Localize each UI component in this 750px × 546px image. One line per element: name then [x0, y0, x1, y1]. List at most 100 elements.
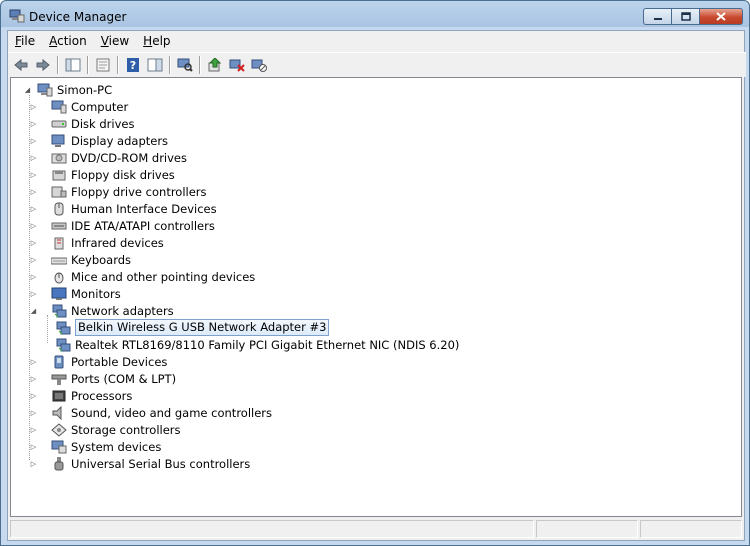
tree-item-infrared-devices[interactable]: ▷ Infrared devices — [29, 234, 164, 251]
expand-arrow-icon[interactable]: ▷ — [29, 238, 38, 247]
properties-icon — [96, 58, 110, 72]
tree-item-label: Storage controllers — [71, 422, 181, 437]
action-pane-button[interactable] — [144, 55, 166, 75]
expand-arrow-icon[interactable]: ▷ — [29, 119, 38, 128]
tree-item-system-devices[interactable]: ▷ System devices — [29, 438, 162, 455]
tree-item-computer[interactable]: ▷ Computer — [29, 98, 128, 115]
title-bar[interactable]: Device Manager — [1, 1, 749, 30]
tree-item-monitors[interactable]: ▷ Monitors — [29, 285, 121, 302]
menu-action-accel: A — [49, 34, 58, 48]
menu-action[interactable]: Action — [42, 34, 94, 48]
minimize-button[interactable] — [643, 8, 671, 25]
close-icon — [716, 12, 726, 21]
expand-arrow-icon[interactable]: ▷ — [29, 187, 38, 196]
expand-arrow-icon[interactable]: ▷ — [29, 102, 38, 111]
show-hide-console-tree-icon — [65, 58, 81, 72]
menu-bar: File Action View Help — [8, 31, 744, 51]
ports-com-lpt-icon — [51, 372, 67, 386]
tree-root-label: Simon-PC — [57, 82, 113, 97]
update-driver-button[interactable] — [204, 55, 226, 75]
expand-arrow-icon[interactable]: ▷ — [29, 255, 38, 264]
tree-item-network-adapters[interactable]: ◢ Network adapters — [29, 302, 174, 319]
network-adapter-icon — [55, 321, 71, 335]
tree-item-floppy-disk-drives[interactable]: ▷ Floppy disk drives — [29, 166, 175, 183]
universal-serial-bus-controllers-icon — [51, 456, 67, 471]
expand-arrow-icon[interactable]: ▷ — [29, 357, 38, 366]
computer-icon — [37, 83, 53, 97]
keyboards-icon — [51, 253, 67, 267]
tree-item-label: Floppy drive controllers — [71, 184, 207, 199]
expand-arrow-icon[interactable]: ▷ — [29, 374, 38, 383]
tree-item-label: Disk drives — [71, 116, 135, 131]
tree-item-realtek-rtl8169-8110-family-pci-gigabit-ethernet-nic-ndis-6-20[interactable]: Realtek RTL8169/8110 Family PCI Gigabit … — [55, 336, 459, 353]
tree-item-label: DVD/CD-ROM drives — [71, 150, 187, 165]
expand-arrow-icon[interactable]: ▷ — [29, 204, 38, 213]
toolbar-separator — [57, 56, 59, 74]
tree-item-processors[interactable]: ▷ Processors — [29, 387, 133, 404]
tree-item-label: Network adapters — [71, 303, 174, 318]
tree-item-display-adapters[interactable]: ▷ Display adapters — [29, 132, 168, 149]
tree-item-universal-serial-bus-controllers[interactable]: ▷ Universal Serial Bus controllers — [29, 455, 250, 472]
expand-arrow-icon[interactable]: ▷ — [29, 391, 38, 400]
dvd-cd-rom-drives-icon — [51, 151, 67, 165]
device-tree[interactable]: ◢ Simon-PC ▷ Computer ▷ Disk drives ▷ Display… — [10, 77, 742, 517]
collapse-arrow-icon[interactable]: ◢ — [23, 85, 32, 94]
tree-item-human-interface-devices[interactable]: ▷ Human Interface Devices — [29, 200, 217, 217]
expand-arrow-icon[interactable]: ▷ — [29, 459, 38, 468]
tree-item-floppy-drive-controllers[interactable]: ▷ Floppy drive controllers — [29, 183, 207, 200]
menu-help[interactable]: Help — [136, 34, 177, 48]
processors-icon — [51, 389, 67, 403]
forward-button[interactable] — [32, 55, 54, 75]
tree-item-storage-controllers[interactable]: ▷ Storage controllers — [29, 421, 181, 438]
menu-view[interactable]: View — [94, 34, 136, 48]
display-adapters-icon — [51, 134, 67, 148]
expand-arrow-icon[interactable]: ▷ — [29, 221, 38, 230]
expand-arrow-icon[interactable]: ▷ — [29, 442, 38, 451]
status-pane-2 — [536, 520, 638, 538]
tree-item-label: Infrared devices — [71, 235, 164, 250]
disable-icon — [251, 59, 267, 72]
tree-item-belkin-wireless-g-usb-network-adapter-3[interactable]: Belkin Wireless G USB Network Adapter #3 — [55, 319, 330, 336]
update-driver-icon — [208, 58, 222, 72]
back-button[interactable] — [10, 55, 32, 75]
help-button[interactable]: ? — [122, 55, 144, 75]
uninstall-button[interactable] — [226, 55, 248, 75]
disable-button[interactable] — [248, 55, 270, 75]
tree-root[interactable]: ◢ Simon-PC — [23, 81, 112, 98]
tree-item-disk-drives[interactable]: ▷ Disk drives — [29, 115, 135, 132]
expand-arrow-icon[interactable]: ▷ — [29, 272, 38, 281]
close-button[interactable] — [699, 8, 743, 25]
expand-arrow-icon[interactable]: ▷ — [29, 170, 38, 179]
tree-item-label: Human Interface Devices — [71, 201, 217, 216]
expand-arrow-icon[interactable]: ▷ — [29, 136, 38, 145]
collapse-arrow-icon[interactable]: ◢ — [29, 306, 38, 315]
console-tree-button[interactable] — [62, 55, 84, 75]
expand-arrow-icon[interactable]: ▷ — [29, 153, 38, 162]
scan-hardware-button[interactable] — [174, 55, 196, 75]
status-bar — [8, 518, 744, 540]
tree-item-keyboards[interactable]: ▷ Keyboards — [29, 251, 131, 268]
tree-item-label: IDE ATA/ATAPI controllers — [71, 218, 215, 233]
portable-devices-icon — [51, 355, 67, 369]
tree-item-mice-and-other-pointing-devices[interactable]: ▷ Mice and other pointing devices — [29, 268, 256, 285]
uninstall-icon — [229, 59, 245, 72]
tree-item-portable-devices[interactable]: ▷ Portable Devices — [29, 353, 168, 370]
expand-arrow-icon[interactable]: ▷ — [29, 425, 38, 434]
status-pane-main — [10, 520, 534, 538]
tree-item-sound-video-and-game-controllers[interactable]: ▷ Sound, video and game controllers — [29, 404, 272, 421]
expand-arrow-icon[interactable]: ▷ — [29, 289, 38, 298]
expand-arrow-icon[interactable]: ▷ — [29, 408, 38, 417]
tree-item-label: Mice and other pointing devices — [71, 269, 256, 284]
properties-button[interactable] — [92, 55, 114, 75]
disk-drives-icon — [51, 117, 67, 131]
window-title: Device Manager — [29, 10, 127, 24]
tree-item-dvd-cd-rom-drives[interactable]: ▷ DVD/CD-ROM drives — [29, 149, 187, 166]
menu-help-label: elp — [152, 34, 171, 48]
svg-text:?: ? — [130, 59, 136, 72]
tree-item-label: Ports (COM & LPT) — [71, 371, 177, 386]
maximize-button[interactable] — [671, 8, 699, 25]
tree-item-ports-com-lpt[interactable]: ▷ Ports (COM & LPT) — [29, 370, 176, 387]
tree-item-ide-ata-atapi-controllers[interactable]: ▷ IDE ATA/ATAPI controllers — [29, 217, 215, 234]
tree-item-label: Display adapters — [71, 133, 169, 148]
menu-file[interactable]: File — [8, 34, 42, 48]
